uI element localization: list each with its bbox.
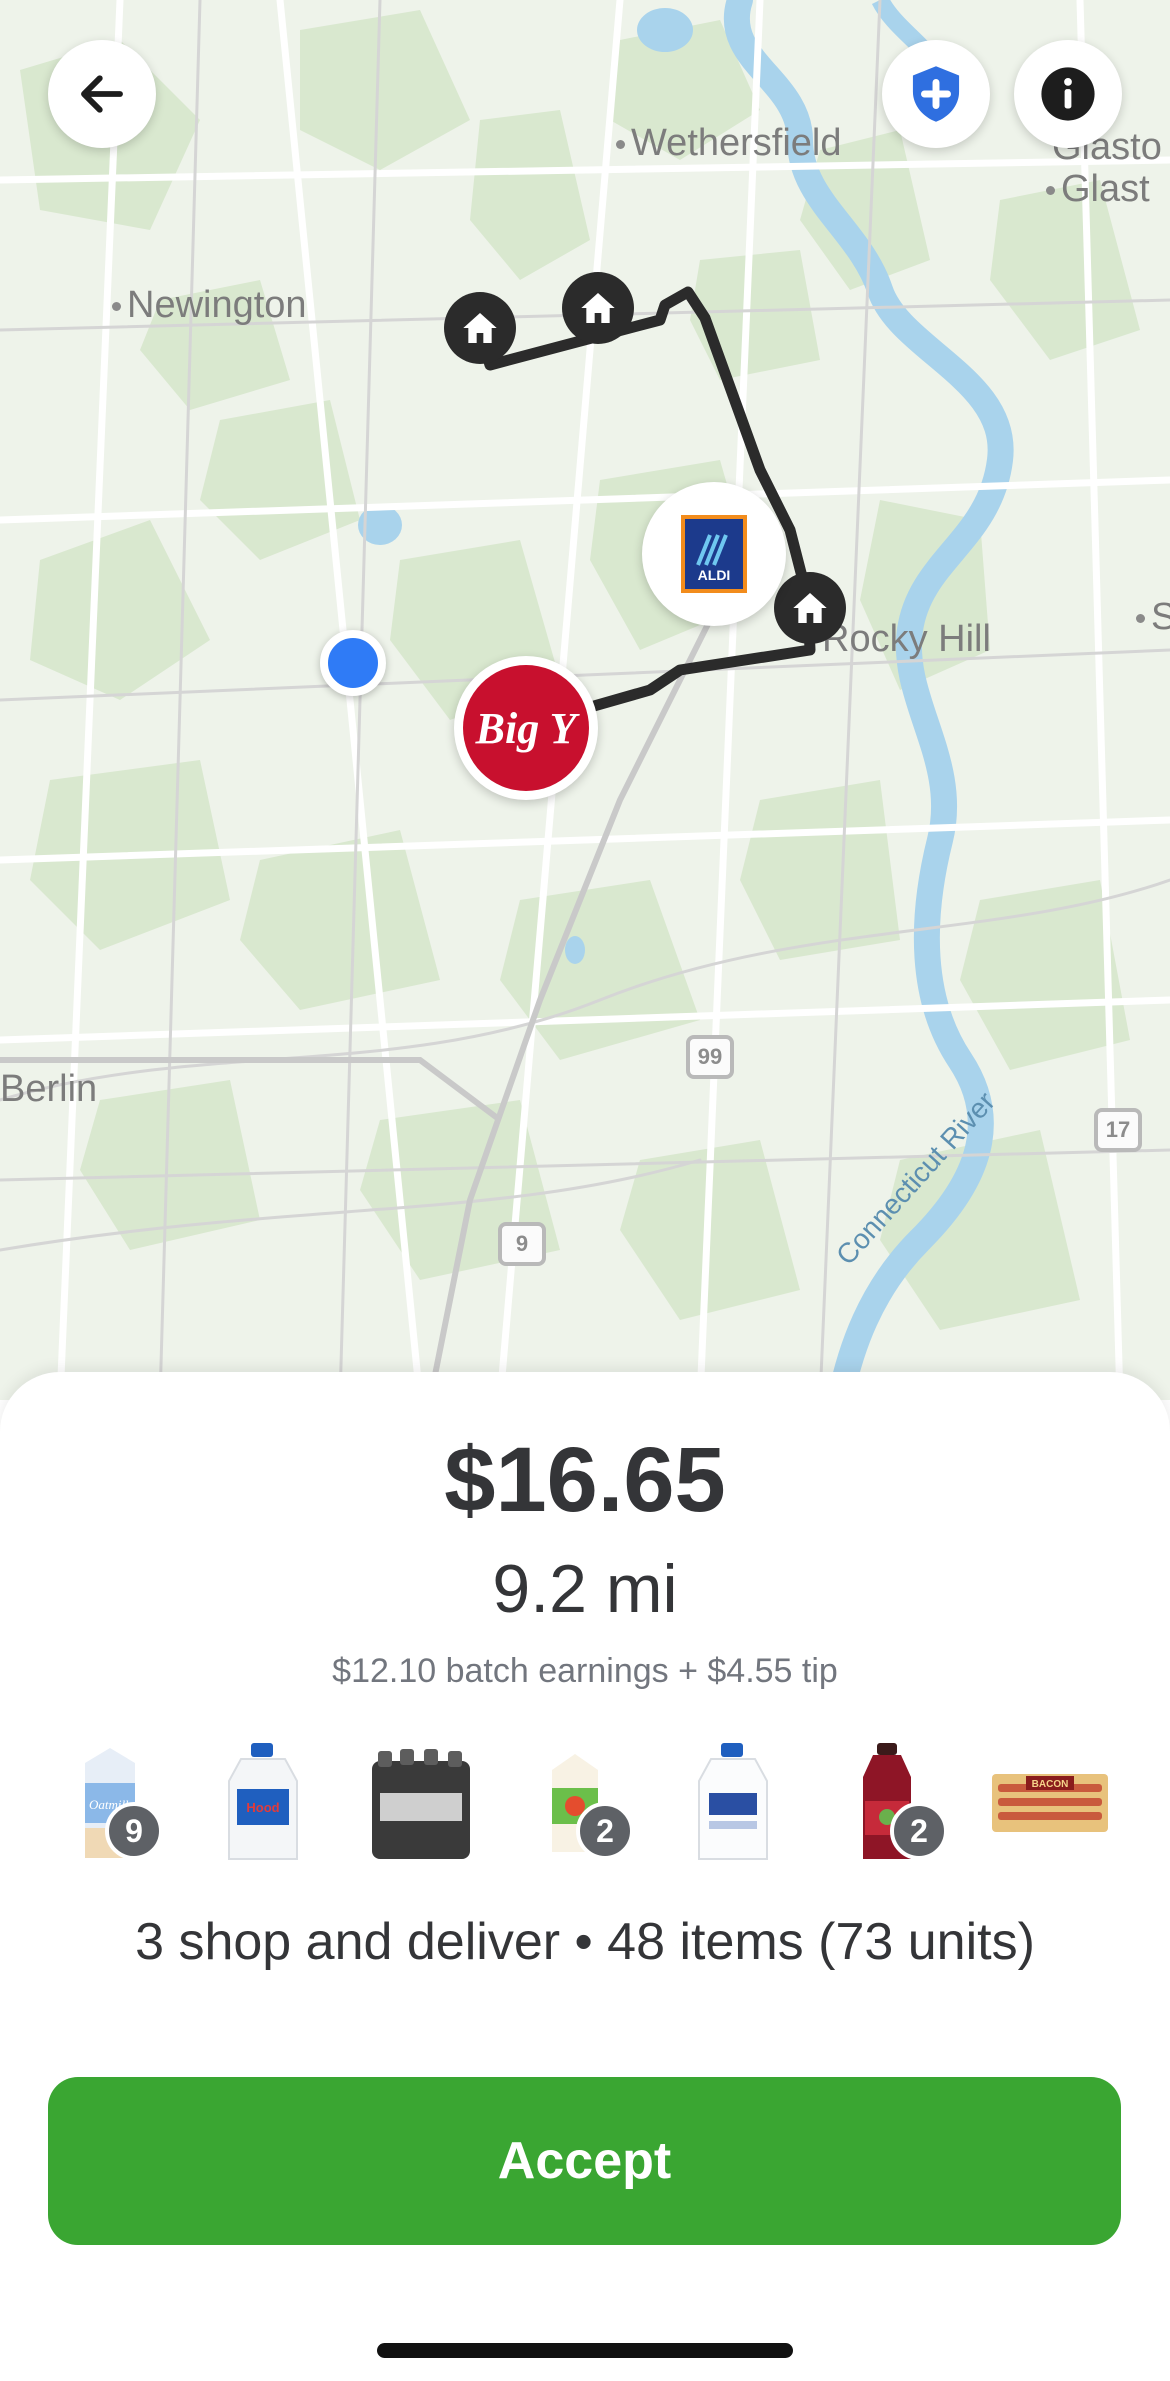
map-label-rocky-hill: Rocky Hill — [822, 618, 991, 661]
town-dot — [1046, 186, 1055, 196]
back-button[interactable] — [48, 40, 156, 148]
route-map[interactable]: Wethersfield Newington Rocky Hill Berlin… — [0, 0, 1170, 1400]
item-label: BACON — [1032, 1779, 1069, 1790]
accept-button[interactable]: Accept — [48, 2077, 1121, 2245]
big-y-text: Big Y — [475, 703, 577, 753]
map-label-text: Newington — [127, 284, 307, 326]
map-label-text: Berlin — [0, 1068, 98, 1110]
water-bottle-pack-image — [372, 1749, 470, 1859]
item-thumbnail: Oatmilk 9 — [45, 1738, 175, 1868]
info-icon — [1041, 67, 1095, 121]
delivery-home-pin-3[interactable] — [774, 572, 846, 644]
home-indicator[interactable] — [377, 2343, 793, 2358]
aldi-text: ALDI — [697, 567, 731, 583]
map-label-newington: Newington — [112, 284, 307, 327]
safety-button[interactable] — [882, 40, 990, 148]
town-dot — [112, 302, 121, 312]
map-label-text: Rocky Hill — [822, 618, 991, 660]
item-thumbnail: 2 — [822, 1738, 952, 1868]
user-location-dot — [320, 630, 386, 696]
bacon-pack-image: BACON — [992, 1774, 1108, 1832]
offer-sheet: $16.65 9.2 mi $12.10 batch earnings + $4… — [0, 1372, 1170, 2381]
map-label-text: Wethersfield — [631, 122, 842, 164]
aldi-logo: ALDI — [681, 515, 747, 593]
item-label: Hood — [246, 1800, 279, 1815]
item-thumbnail — [668, 1738, 798, 1868]
route-shield-17: 17 — [1094, 1108, 1142, 1152]
town-dot — [616, 140, 625, 150]
offer-distance: 9.2 mi — [492, 1551, 678, 1627]
offer-price: $16.65 — [444, 1429, 726, 1531]
map-label-text: S — [1151, 596, 1170, 638]
big-y-logo: Big Y — [463, 665, 589, 791]
milk-gallon-white-image — [698, 1743, 768, 1860]
info-button[interactable] — [1014, 40, 1122, 148]
route-number: 17 — [1105, 1117, 1131, 1142]
town-dot — [1136, 614, 1145, 624]
map-label-text: Glast — [1061, 168, 1150, 210]
route-number: 9 — [515, 1231, 529, 1256]
store-pin-aldi[interactable]: ALDI — [642, 482, 786, 626]
route-number: 99 — [697, 1044, 723, 1069]
route-shield-9: 9 — [498, 1222, 546, 1266]
quantity-badge: 2 — [890, 1802, 948, 1860]
batch-summary: 3 shop and deliver • 48 items (73 units) — [135, 1913, 1035, 1971]
route-shield-99: 99 — [686, 1035, 734, 1079]
quantity-badge: 9 — [105, 1802, 163, 1860]
delivery-home-pin-1[interactable] — [444, 292, 516, 364]
shield-plus-icon — [912, 66, 960, 122]
item-thumbnail: Hood — [198, 1738, 328, 1868]
delivery-home-pin-2[interactable] — [562, 272, 634, 344]
items-preview-row[interactable]: Oatmilk 9 Hood 2 2 BACON — [0, 1738, 1170, 1888]
map-label-wethersfield: Wethersfield — [616, 122, 842, 165]
accept-button-label: Accept — [497, 2132, 672, 2190]
map-label-berlin: Berlin — [0, 1068, 97, 1111]
aldi-stripes — [696, 534, 728, 566]
map-label-edge: S — [1136, 596, 1170, 639]
home-icon — [463, 313, 497, 343]
batch-offer-screen: Wethersfield Newington Rocky Hill Berlin… — [0, 0, 1170, 2381]
quantity-badge: 2 — [576, 1802, 634, 1860]
store-pin-big-y[interactable]: Big Y — [454, 656, 598, 800]
item-thumbnail: 2 — [510, 1738, 640, 1868]
arrow-left-icon — [81, 75, 123, 113]
home-icon — [581, 293, 615, 323]
home-icon — [793, 593, 827, 623]
milk-gallon-image: Hood — [228, 1743, 298, 1860]
map-label-glastonbury-2: Glast — [1046, 168, 1150, 211]
item-thumbnail: BACON — [982, 1738, 1118, 1868]
earnings-breakdown: $12.10 batch earnings + $4.55 tip — [332, 1652, 838, 1690]
item-thumbnail — [356, 1738, 486, 1868]
